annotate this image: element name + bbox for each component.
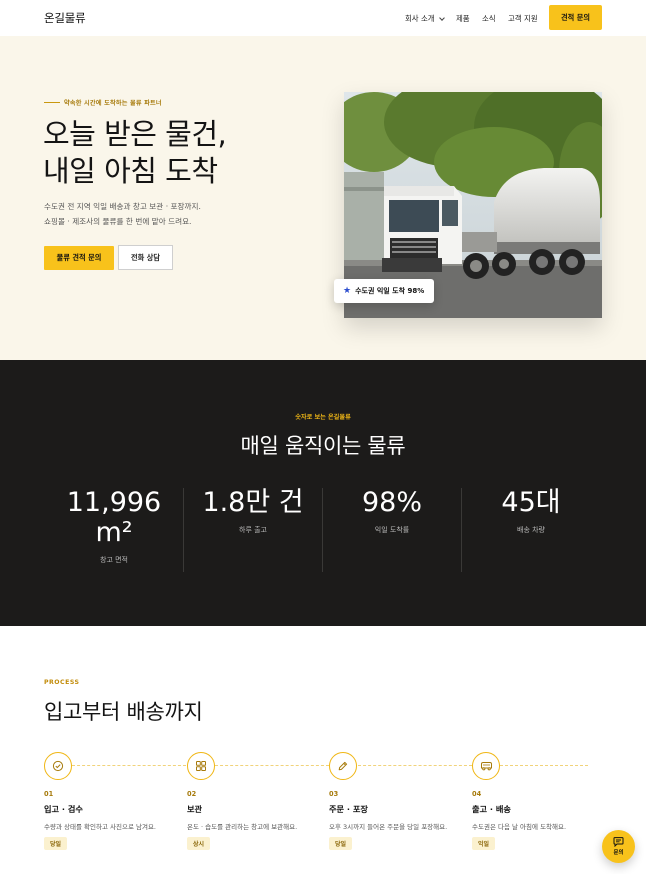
nav-company-label: 회사 소개 xyxy=(405,14,435,23)
stat-warehouse-area: 11,996 m² 창고 면적 xyxy=(45,488,183,574)
process-section: PROCESS 입고부터 배송까지 01 입고 · 검수 수량과 상태를 확인하… xyxy=(0,626,646,874)
star-icon: ★ xyxy=(343,286,352,296)
step-title: 주문 · 포장 xyxy=(329,804,368,814)
hero-description: 수도권 전 지역 익일 배송과 창고 보관 · 포장까지. 쇼핑몰 · 제조사의… xyxy=(44,199,201,229)
process-title: 입고부터 배송까지 xyxy=(44,700,203,724)
step-number: 01 xyxy=(44,790,54,798)
process-step-shipping: 04 출고 · 배송 수도권은 다음 날 아침에 도착해요. 익일 xyxy=(472,752,612,850)
stat-value: 98% xyxy=(361,487,422,518)
step-tag: 익일 xyxy=(472,837,496,850)
step-tag: 당일 xyxy=(329,837,353,850)
logistics-quote-button[interactable]: 물류 견적 문의 xyxy=(44,246,114,270)
stat-label: 창고 면적 xyxy=(100,556,128,564)
eyebrow-line xyxy=(44,102,60,103)
hero-desc-line2: 쇼핑몰 · 제조사의 물류를 한 번에 맡아 드려요. xyxy=(44,217,192,226)
stats-section: 숫자로 보는 온길물류 매일 움직이는 물류 11,996 m² 창고 면적 1… xyxy=(0,360,646,626)
hero-desc-line1: 수도권 전 지역 익일 배송과 창고 보관 · 포장까지. xyxy=(44,202,201,211)
quote-button[interactable]: 견적 문의 xyxy=(549,5,602,30)
process-step-receiving: 01 입고 · 검수 수량과 상태를 확인하고 사진으로 남겨요. 당일 xyxy=(44,752,184,850)
stats-eyebrow: 숫자로 보는 온길물류 xyxy=(295,414,351,421)
nav-support[interactable]: 고객 지원 xyxy=(508,13,538,24)
step-tag: 상시 xyxy=(187,837,211,850)
nav-company[interactable]: 회사 소개 xyxy=(405,13,445,24)
pencil-icon xyxy=(329,752,357,780)
chat-icon xyxy=(613,837,624,847)
truck-icon xyxy=(472,752,500,780)
ontime-badge: ★ 수도권 익일 도착 98% xyxy=(334,279,435,303)
stat-nextday-rate: 98% 익일 도착률 xyxy=(323,488,461,574)
process-step-packing: 03 주문 · 포장 오후 3시까지 들어온 주문을 당일 포장해요. 당일 xyxy=(329,752,469,850)
stat-label: 하루 출고 xyxy=(239,526,267,534)
hero-eyebrow-text: 약속한 시간에 도착하는 물류 파트너 xyxy=(64,100,162,107)
hero-title: 오늘 받은 물건, 내일 아침 도착 xyxy=(43,116,227,190)
stat-label: 배송 차량 xyxy=(517,526,545,534)
step-number: 04 xyxy=(472,790,482,798)
hero-title-line2: 내일 아침 도착 xyxy=(43,154,218,188)
nav-products[interactable]: 제품 xyxy=(456,13,470,24)
chat-inquiry-button[interactable]: 문의 xyxy=(602,830,635,863)
process-step-storage: 02 보관 온도 · 습도를 관리하는 창고에 보관해요. 상시 xyxy=(187,752,327,850)
hero-title-line1: 오늘 받은 물건, xyxy=(43,117,227,151)
step-tag: 당일 xyxy=(44,837,68,850)
site-header: 온길물류 회사 소개 제품 소식 고객 지원 견적 문의 xyxy=(0,0,646,36)
stat-label: 익일 도착률 xyxy=(374,526,410,534)
chevron-down-icon xyxy=(438,14,445,21)
chat-inquiry-label: 문의 xyxy=(613,850,624,856)
stat-value: 45대 xyxy=(501,487,561,518)
stat-value-unit: m² xyxy=(95,517,133,548)
step-description: 수량과 상태를 확인하고 사진으로 남겨요. xyxy=(44,823,156,831)
step-number: 02 xyxy=(187,790,197,798)
hero-section: 약속한 시간에 도착하는 물류 파트너 오늘 받은 물건, 내일 아침 도착 수… xyxy=(0,36,646,360)
ontime-badge-text: 수도권 익일 도착 98% xyxy=(355,287,425,295)
step-title: 보관 xyxy=(187,804,203,814)
check-circle-icon xyxy=(44,752,72,780)
logo[interactable]: 온길물류 xyxy=(44,10,86,26)
stats-title: 매일 움직이는 물류 xyxy=(240,434,406,458)
process-eyebrow: PROCESS xyxy=(44,679,80,686)
stat-daily-shipments: 1.8만 건 하루 출고 xyxy=(184,488,322,574)
step-description: 오후 3시까지 들어온 주문을 당일 포장해요. xyxy=(329,823,448,831)
step-description: 온도 · 습도를 관리하는 창고에 보관해요. xyxy=(187,823,298,831)
step-description: 수도권은 다음 날 아침에 도착해요. xyxy=(472,823,567,831)
stat-value: 1.8만 건 xyxy=(202,487,304,518)
stat-vehicles: 45대 배송 차량 xyxy=(462,488,600,574)
hero-eyebrow: 약속한 시간에 도착하는 물류 파트너 xyxy=(44,98,162,107)
step-number: 03 xyxy=(329,790,339,798)
grid-icon xyxy=(187,752,215,780)
step-title: 출고 · 배송 xyxy=(472,804,511,814)
phone-consult-button[interactable]: 전화 상담 xyxy=(118,245,173,270)
stat-value: 11,996 xyxy=(66,487,162,518)
step-title: 입고 · 검수 xyxy=(44,804,83,814)
nav-news[interactable]: 소식 xyxy=(482,13,496,24)
